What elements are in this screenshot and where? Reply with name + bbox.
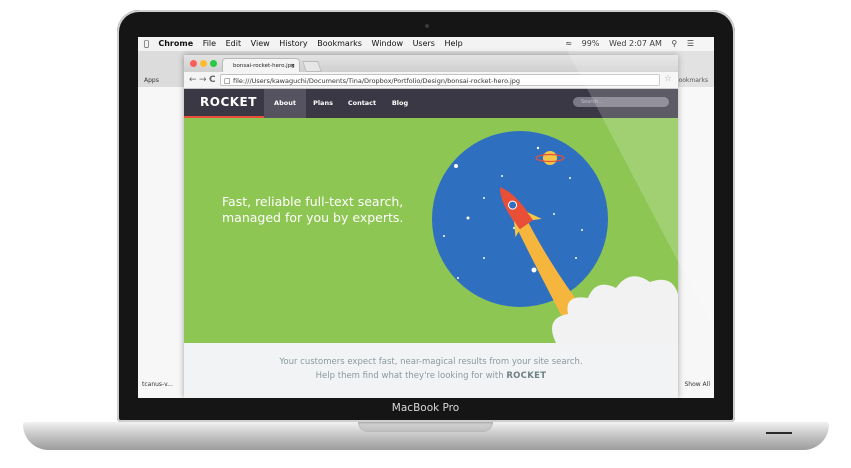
lid-notch	[358, 422, 493, 432]
close-window-button[interactable]	[190, 60, 197, 67]
forward-arrow-icon[interactable]: →	[199, 74, 207, 86]
browser-window: bonsai-rocket-hero.jpg × ← → C □ file://…	[184, 55, 678, 398]
menu-file[interactable]: File	[203, 37, 216, 51]
hero-illustration	[432, 131, 678, 343]
webpage: ROCKET About Plans Contact Blog Search..…	[184, 89, 678, 398]
back-arrow-icon[interactable]: ←	[189, 74, 197, 86]
menu-window[interactable]: Window	[371, 37, 403, 51]
background-apps-label[interactable]: Apps	[144, 77, 159, 84]
bookmark-star-icon[interactable]: ☆	[664, 74, 672, 84]
menu-app-name[interactable]: Chrome	[158, 37, 193, 51]
screen:  Chrome File Edit View History Bookmark…	[138, 37, 714, 398]
address-bar[interactable]: □ file:///Users/kawaguchi/Documents/Tina…	[220, 74, 660, 86]
new-tab-button[interactable]	[301, 61, 323, 72]
notification-icon[interactable]: ☰	[687, 37, 694, 51]
background-bookmarks-label[interactable]: Bookmarks	[674, 77, 708, 84]
reload-icon[interactable]: C	[209, 74, 216, 86]
intro-line-1: Your customers expect fast, near-magical…	[279, 357, 583, 367]
background-download-item[interactable]: tcanus-v...	[142, 381, 173, 388]
menu-history[interactable]: History	[279, 37, 307, 51]
mac-menu-bar:  Chrome File Edit View History Bookmark…	[138, 37, 714, 52]
spotlight-icon[interactable]: ⚲	[671, 37, 677, 51]
sleep-indicator	[766, 432, 792, 434]
site-logo[interactable]: ROCKET	[184, 89, 264, 118]
nav-about[interactable]: About	[264, 89, 306, 118]
wifi-icon[interactable]: ≈	[565, 37, 572, 51]
nav-contact[interactable]: Contact	[344, 89, 380, 118]
menu-status-area: ≈ 99% Wed 2:07 AM ⚲ ☰	[565, 37, 701, 51]
zoom-window-button[interactable]	[210, 60, 217, 67]
menu-help[interactable]: Help	[445, 37, 463, 51]
site-search-input[interactable]: Search...	[573, 97, 669, 107]
laptop-frame:  Chrome File Edit View History Bookmark…	[0, 0, 851, 468]
camera-icon	[425, 24, 429, 28]
page-icon: □	[224, 77, 231, 85]
menu-view[interactable]: View	[251, 37, 270, 51]
intro-brand: ROCKET	[506, 371, 547, 381]
clock-label[interactable]: Wed 2:07 AM	[609, 37, 662, 51]
device-label: MacBook Pro	[391, 402, 460, 414]
url-text: file:///Users/kawaguchi/Documents/Tina/D…	[233, 77, 521, 85]
intro-section: Your customers expect fast, near-magical…	[184, 343, 678, 398]
toolbar: ← → C □ file:///Users/kawaguchi/Document…	[184, 72, 678, 89]
hero-section: Fast, reliable full-text search, managed…	[184, 118, 678, 343]
site-navbar: ROCKET About Plans Contact Blog Search..…	[184, 89, 678, 118]
tab-strip: bonsai-rocket-hero.jpg ×	[184, 55, 678, 72]
menu-bookmarks[interactable]: Bookmarks	[317, 37, 362, 51]
menu-users[interactable]: Users	[413, 37, 435, 51]
tab-title: bonsai-rocket-hero.jpg	[233, 63, 295, 69]
minimize-window-button[interactable]	[200, 60, 207, 67]
background-show-all[interactable]: Show All	[684, 381, 710, 388]
intro-line-2-text: Help them find what they're looking for …	[315, 371, 504, 381]
tab-close-icon[interactable]: ×	[290, 59, 295, 72]
tab-bonsai-rocket-hero[interactable]: bonsai-rocket-hero.jpg ×	[222, 58, 300, 72]
intro-line-2: Help them find what they're looking for …	[184, 371, 678, 381]
apple-icon[interactable]: 	[144, 37, 149, 51]
menu-edit[interactable]: Edit	[226, 37, 242, 51]
nav-plans[interactable]: Plans	[308, 89, 338, 118]
battery-label[interactable]: 99%	[582, 37, 600, 51]
nav-blog[interactable]: Blog	[386, 89, 414, 118]
